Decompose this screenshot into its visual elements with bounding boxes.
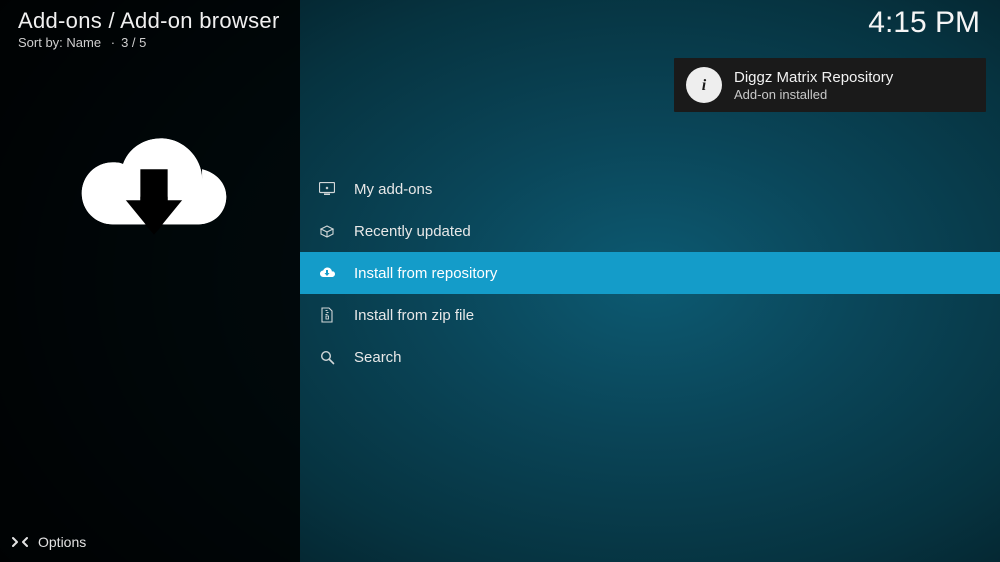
- main-menu: My add-ons Recently updated Install from…: [300, 168, 1000, 378]
- menu-item-label: Search: [354, 349, 402, 366]
- separator: [105, 35, 121, 50]
- menu-item-label: Recently updated: [354, 223, 471, 240]
- options-label: Options: [38, 534, 86, 550]
- breadcrumb: Add-ons / Add-on browser: [18, 8, 280, 34]
- clock: 4:15 PM: [868, 6, 980, 40]
- search-icon: [316, 350, 338, 365]
- header: Add-ons / Add-on browser Sort by: Name 3…: [18, 8, 280, 50]
- options-button[interactable]: Options: [12, 534, 86, 550]
- list-position: 3 / 5: [121, 35, 146, 50]
- notification-text: Diggz Matrix Repository Add-on installed: [734, 69, 893, 102]
- sort-info: Sort by: Name 3 / 5: [18, 35, 280, 50]
- open-box-icon: [316, 224, 338, 238]
- menu-item-install-from-repository[interactable]: Install from repository: [300, 252, 1000, 294]
- cloud-download-icon: [316, 266, 338, 280]
- notification-title: Diggz Matrix Repository: [734, 69, 893, 86]
- menu-item-label: My add-ons: [354, 181, 432, 198]
- sort-value: Name: [66, 35, 101, 50]
- sidebar: Add-ons / Add-on browser Sort by: Name 3…: [0, 0, 300, 562]
- menu-item-label: Install from repository: [354, 265, 497, 282]
- svg-text:i: i: [702, 77, 707, 94]
- menu-item-search[interactable]: Search: [300, 336, 1000, 378]
- menu-item-my-addons[interactable]: My add-ons: [300, 168, 1000, 210]
- menu-item-label: Install from zip file: [354, 307, 474, 324]
- notification-toast: i Diggz Matrix Repository Add-on install…: [674, 58, 986, 112]
- menu-item-install-from-zip[interactable]: Install from zip file: [300, 294, 1000, 336]
- options-icon: [12, 535, 28, 549]
- zip-file-icon: [316, 307, 338, 323]
- menu-item-recently-updated[interactable]: Recently updated: [300, 210, 1000, 252]
- sort-label: Sort by:: [18, 35, 63, 50]
- monitor-icon: [316, 182, 338, 196]
- cloud-download-large-icon: [68, 128, 240, 257]
- notification-subtitle: Add-on installed: [734, 87, 893, 102]
- info-icon: i: [686, 67, 722, 103]
